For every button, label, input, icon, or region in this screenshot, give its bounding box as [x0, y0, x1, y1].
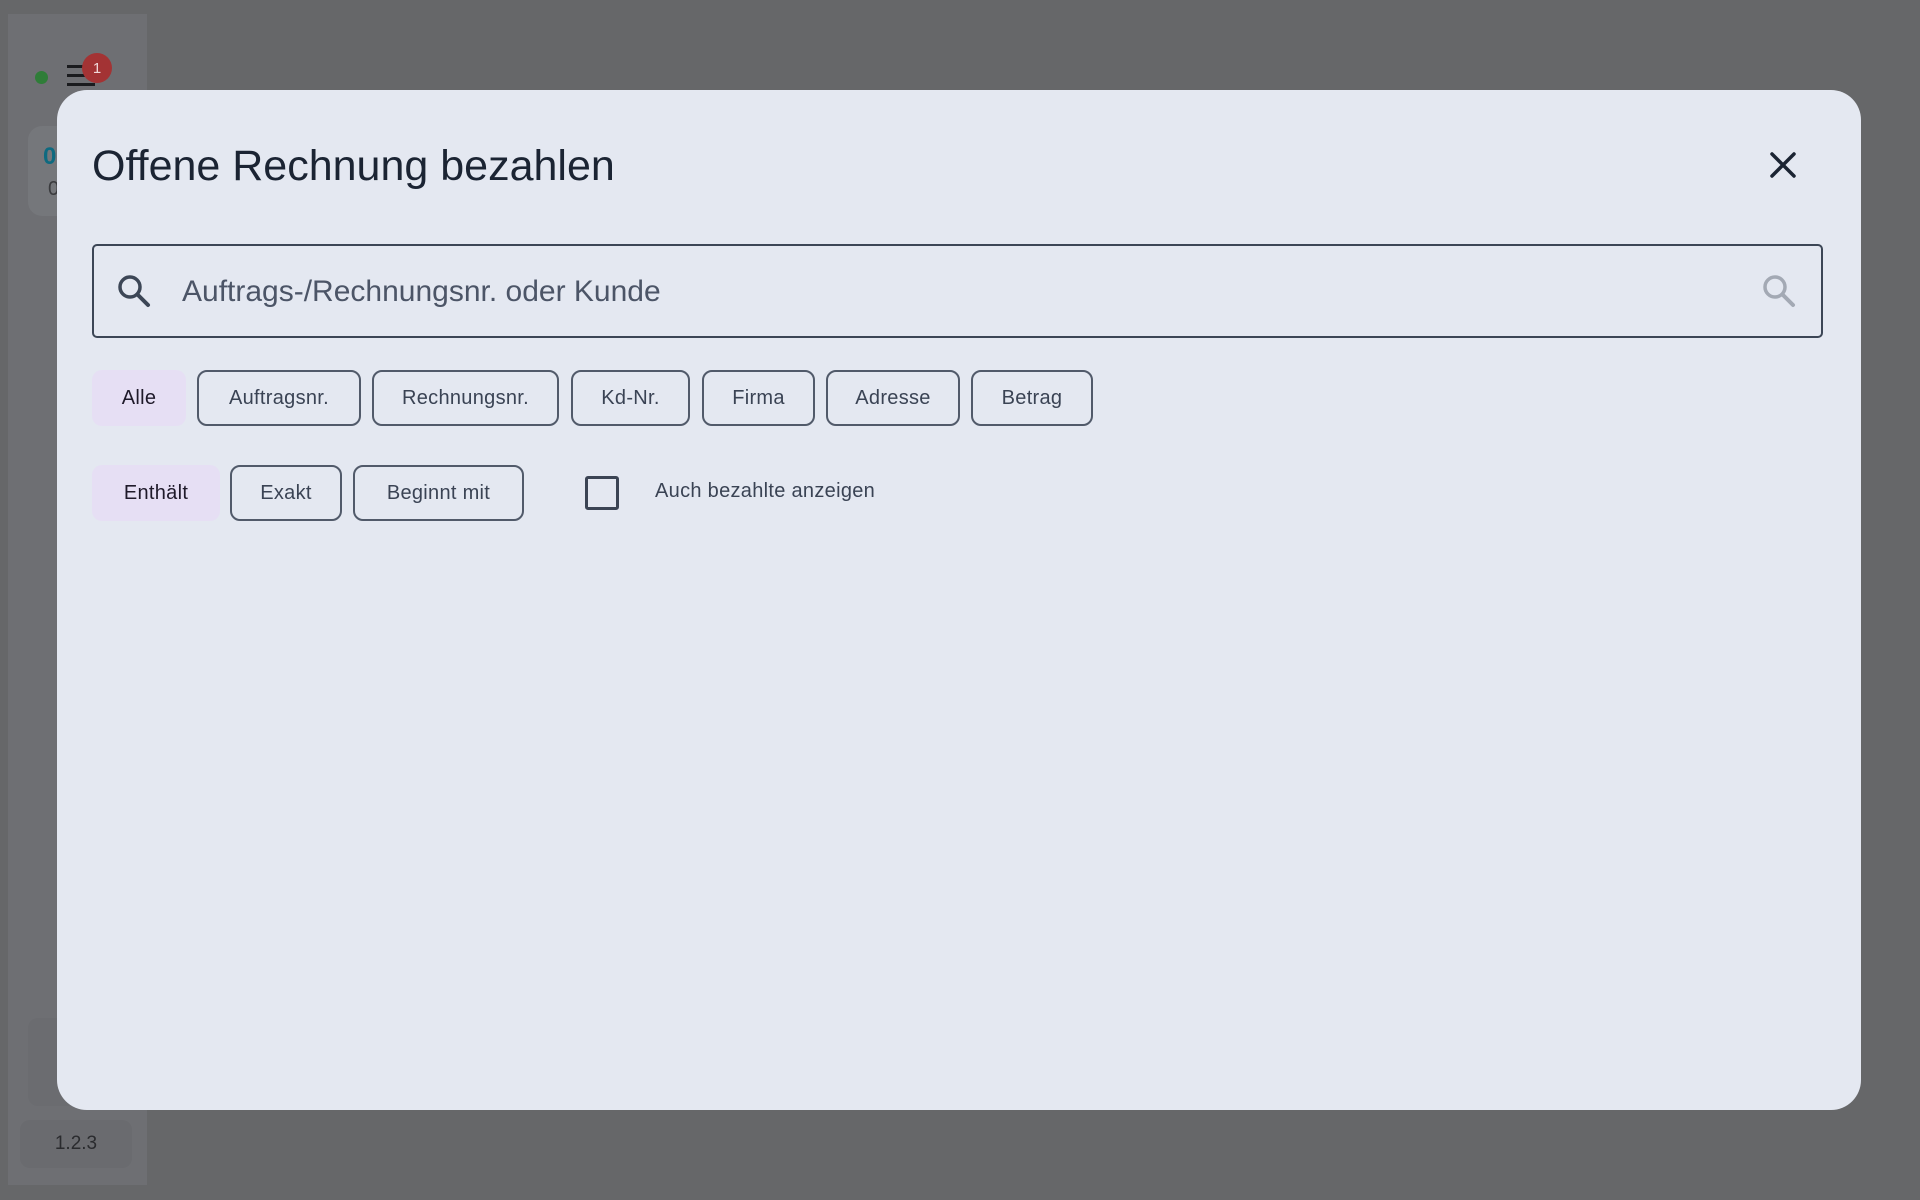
match-chip-exakt[interactable]: Exakt: [230, 465, 342, 521]
search-submit-icon[interactable]: [1759, 271, 1799, 311]
show-paid-checkbox[interactable]: [585, 476, 619, 510]
match-chip-beginnt-mit[interactable]: Beginnt mit: [353, 465, 524, 521]
search-input[interactable]: [180, 262, 1744, 322]
filter-chip-firma[interactable]: Firma: [702, 370, 815, 426]
filter-chip-adresse[interactable]: Adresse: [826, 370, 960, 426]
notification-badge: 1: [82, 53, 112, 83]
version-label: 1.2.3: [20, 1120, 132, 1168]
search-field[interactable]: [92, 244, 1823, 338]
match-chip-enthaelt[interactable]: Enthält: [92, 465, 220, 521]
search-icon: [118, 275, 150, 307]
filter-chip-kd-nr[interactable]: Kd-Nr.: [571, 370, 690, 426]
close-button[interactable]: [1757, 139, 1809, 191]
filter-chip-betrag[interactable]: Betrag: [971, 370, 1093, 426]
filter-chip-alle[interactable]: Alle: [92, 370, 186, 426]
filter-chip-rechnungsnr[interactable]: Rechnungsnr.: [372, 370, 559, 426]
close-icon: [1770, 152, 1796, 178]
dialog-title: Offene Rechnung bezahlen: [92, 142, 615, 190]
status-indicator: [35, 71, 48, 84]
filter-chip-auftragsnr[interactable]: Auftragsnr.: [197, 370, 361, 426]
pay-invoice-dialog: Offene Rechnung bezahlen Alle Auftragsnr…: [57, 90, 1861, 1110]
sidebar-card-value: 0: [43, 143, 57, 170]
show-paid-label: Auch bezahlte anzeigen: [655, 480, 876, 502]
